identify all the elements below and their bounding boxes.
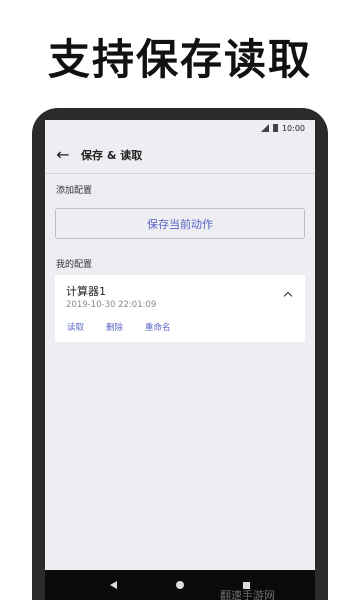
delete-button[interactable]: 删除 bbox=[106, 321, 123, 333]
config-actions: 读取 删除 重命名 bbox=[67, 321, 193, 333]
rename-button[interactable]: 重命名 bbox=[145, 321, 171, 333]
config-timestamp: 2019-10-30 22:01:09 bbox=[66, 300, 157, 310]
signal-icon bbox=[260, 124, 269, 132]
config-name: 计算器1 bbox=[66, 285, 106, 298]
back-icon[interactable] bbox=[109, 581, 117, 589]
app-bar: ← 保存 & 读取 bbox=[45, 136, 315, 174]
chevron-up-icon[interactable] bbox=[279, 285, 297, 303]
config-card: 计算器1 2019-10-30 22:01:09 读取 删除 重命名 bbox=[55, 275, 305, 342]
phone-screen: 10:00 ← 保存 & 读取 添加配置 保存当前动作 我的配置 计算器1 20… bbox=[45, 120, 315, 600]
save-current-action-button[interactable]: 保存当前动作 bbox=[55, 208, 305, 239]
page-title: 保存 & 读取 bbox=[81, 148, 143, 162]
my-config-label: 我的配置 bbox=[56, 260, 93, 270]
home-icon[interactable] bbox=[175, 581, 184, 589]
battery-icon bbox=[272, 124, 278, 132]
status-bar: 10:00 bbox=[45, 120, 315, 136]
promo-headline: 支持保存读取 bbox=[47, 35, 312, 84]
watermark: 翻速手游网 bbox=[220, 589, 275, 600]
status-time: 10:00 bbox=[281, 123, 305, 133]
add-config-label: 添加配置 bbox=[56, 186, 93, 196]
load-button[interactable]: 读取 bbox=[67, 321, 84, 333]
arrow-left-icon[interactable]: ← bbox=[45, 136, 81, 174]
